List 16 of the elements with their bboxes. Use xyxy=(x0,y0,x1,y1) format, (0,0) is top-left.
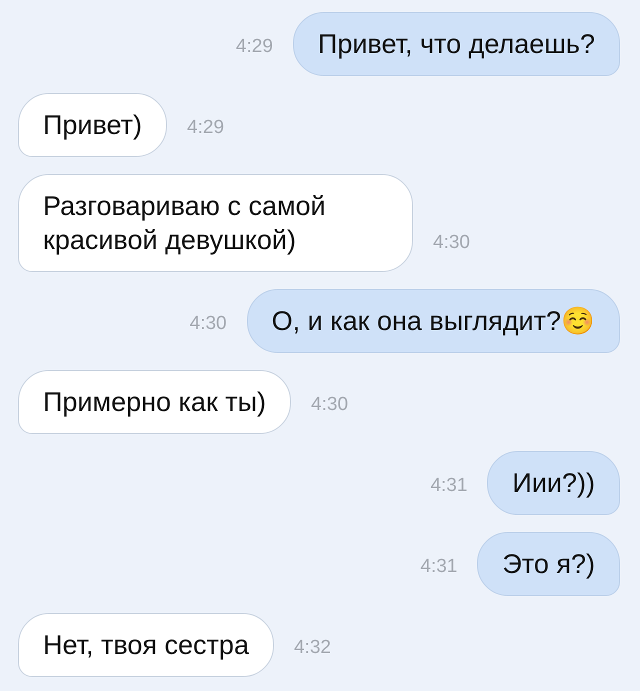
message-time: 4:31 xyxy=(430,475,468,497)
message-bubble: Привет, что делаешь? xyxy=(292,12,620,76)
message-time: 4:29 xyxy=(236,36,273,58)
message-time: 4:30 xyxy=(433,232,470,254)
message-bubble: Иии?)) xyxy=(487,451,620,515)
message-time: 4:30 xyxy=(311,394,348,416)
message-bubble: О, и как она выглядит?☺ xyxy=(246,289,620,353)
message-bubble: Разговариваю с самой красивой девушкой) xyxy=(18,174,413,272)
message-bubble: Привет) xyxy=(18,93,168,157)
message-bubble: Примерно как ты) xyxy=(18,370,292,434)
message-bubble: Это я?) xyxy=(477,532,620,596)
message-time: 4:31 xyxy=(420,556,458,578)
message-time: 4:29 xyxy=(187,117,224,139)
message-time: 4:30 xyxy=(190,313,227,335)
message-time: 4:32 xyxy=(294,637,331,659)
message-bubble: Нет, твоя сестра xyxy=(18,613,274,677)
